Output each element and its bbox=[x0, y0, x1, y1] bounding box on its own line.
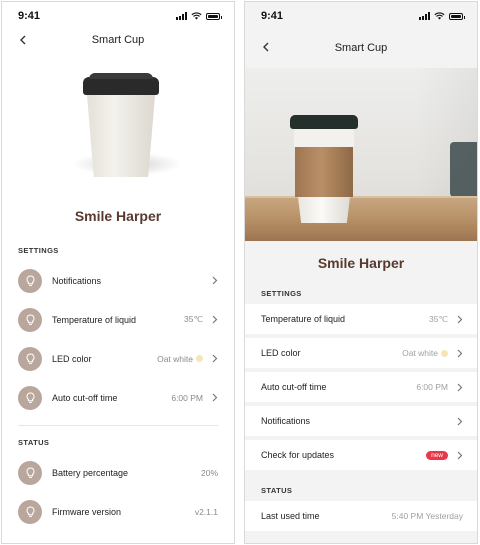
name-block: Smile Harper bbox=[245, 241, 477, 285]
chevron-right-icon bbox=[212, 315, 218, 324]
nav-bar: Smart Cup bbox=[245, 30, 477, 68]
row-label: Battery percentage bbox=[52, 467, 129, 478]
system-icons bbox=[176, 12, 222, 20]
row-value: 20% bbox=[200, 467, 218, 478]
lightbulb-icon bbox=[18, 385, 42, 410]
nav-bar: Smart Cup bbox=[2, 30, 234, 52]
chevron-right-icon bbox=[457, 349, 463, 357]
cup-illustration bbox=[2, 52, 234, 192]
row-label: LED color bbox=[52, 353, 92, 364]
signal-icon bbox=[176, 12, 187, 20]
row-value: 35℃ bbox=[428, 313, 448, 324]
status-row-firmware: Firmware version v2.1.1 bbox=[2, 492, 234, 531]
status-section-label: STATUS bbox=[261, 486, 293, 495]
nav-title: Smart Cup bbox=[334, 42, 388, 54]
wifi-icon bbox=[434, 12, 445, 20]
status-row-last-used: Last used time 5:40 PM Yesterday bbox=[245, 501, 477, 531]
row-label: Firmware version bbox=[52, 506, 122, 517]
new-badge: new bbox=[426, 450, 448, 460]
row-label: Auto cut-off time bbox=[261, 382, 327, 392]
chevron-right-icon bbox=[457, 417, 463, 425]
chevron-right-icon bbox=[212, 393, 218, 402]
section-divider bbox=[18, 425, 218, 426]
row-value: 35℃ bbox=[183, 314, 203, 324]
settings-row-temperature[interactable]: Temperature of liquid 35℃ bbox=[2, 300, 234, 339]
device-name: Smile Harper bbox=[317, 255, 405, 271]
row-label: Temperature of liquid bbox=[261, 314, 346, 324]
screen: 9:41 Smart Cup Smile Harper SETTINGS Not… bbox=[0, 0, 480, 545]
cup-photo bbox=[245, 68, 477, 241]
nav-title: Smart Cup bbox=[91, 34, 145, 46]
lightbulb-icon bbox=[18, 268, 42, 293]
settings-row-led-color[interactable]: LED color Oat white bbox=[245, 338, 477, 368]
settings-row-temperature[interactable]: Temperature of liquid 35℃ bbox=[245, 304, 477, 334]
status-bar: 9:41 bbox=[245, 2, 477, 30]
chevron-right-icon bbox=[212, 276, 218, 285]
status-time: 9:41 bbox=[261, 10, 284, 22]
row-value: 6:00 PM bbox=[171, 392, 203, 403]
wifi-icon bbox=[191, 12, 202, 20]
row-value-wrap: Oat white bbox=[402, 348, 448, 358]
row-label: LED color bbox=[261, 348, 301, 358]
row-label: Check for updates bbox=[261, 450, 335, 460]
led-color-swatch bbox=[196, 355, 203, 362]
settings-row-auto-cutoff[interactable]: Auto cut-off time 6:00 PM bbox=[2, 378, 234, 417]
row-label: Last used time bbox=[261, 511, 320, 521]
row-value: 6:00 PM bbox=[416, 382, 448, 392]
chevron-right-icon bbox=[457, 451, 463, 459]
status-time: 9:41 bbox=[18, 10, 41, 22]
chevron-right-icon bbox=[212, 354, 218, 363]
status-row-battery: Battery percentage 20% bbox=[2, 453, 234, 492]
device-name: Smile Harper bbox=[74, 208, 162, 224]
status-bar: 9:41 bbox=[2, 2, 234, 30]
settings-row-auto-cutoff[interactable]: Auto cut-off time 6:00 PM bbox=[245, 372, 477, 402]
lightbulb-icon bbox=[18, 499, 42, 524]
led-color-swatch bbox=[441, 349, 448, 357]
phone-left: 9:41 Smart Cup Smile Harper SETTINGS Not… bbox=[1, 1, 235, 544]
lightbulb-icon bbox=[18, 307, 42, 332]
row-value: Oat white bbox=[157, 353, 193, 364]
row-value-wrap: new bbox=[426, 450, 448, 460]
chevron-right-icon bbox=[457, 315, 463, 323]
row-label: Notifications bbox=[52, 275, 102, 286]
system-icons bbox=[419, 12, 465, 20]
phone-right: 9:41 Smart Cup Smile Harper SETTINGS Tem… bbox=[244, 1, 478, 544]
settings-section-label: SETTINGS bbox=[18, 246, 59, 255]
row-label: Temperature of liquid bbox=[52, 314, 137, 325]
chevron-right-icon bbox=[457, 383, 463, 391]
row-label: Auto cut-off time bbox=[52, 392, 118, 403]
settings-section-label: SETTINGS bbox=[261, 289, 302, 298]
lightbulb-icon bbox=[18, 346, 42, 371]
settings-row-check-updates[interactable]: Check for updates new bbox=[245, 440, 477, 470]
signal-icon bbox=[419, 12, 430, 20]
row-value: Oat white bbox=[402, 348, 438, 358]
row-value: v2.1.1 bbox=[194, 506, 218, 517]
status-section-label: STATUS bbox=[18, 438, 50, 447]
settings-row-notifications[interactable]: Notifications bbox=[2, 261, 234, 300]
battery-icon bbox=[449, 13, 465, 20]
settings-row-notifications[interactable]: Notifications bbox=[245, 406, 477, 436]
settings-row-led-color[interactable]: LED color Oat white bbox=[2, 339, 234, 378]
row-value-wrap: Oat white bbox=[157, 354, 203, 364]
row-value: 5:40 PM Yesterday bbox=[391, 511, 463, 521]
battery-icon bbox=[206, 13, 222, 20]
row-label: Notifications bbox=[261, 416, 311, 426]
lightbulb-icon bbox=[18, 460, 42, 485]
